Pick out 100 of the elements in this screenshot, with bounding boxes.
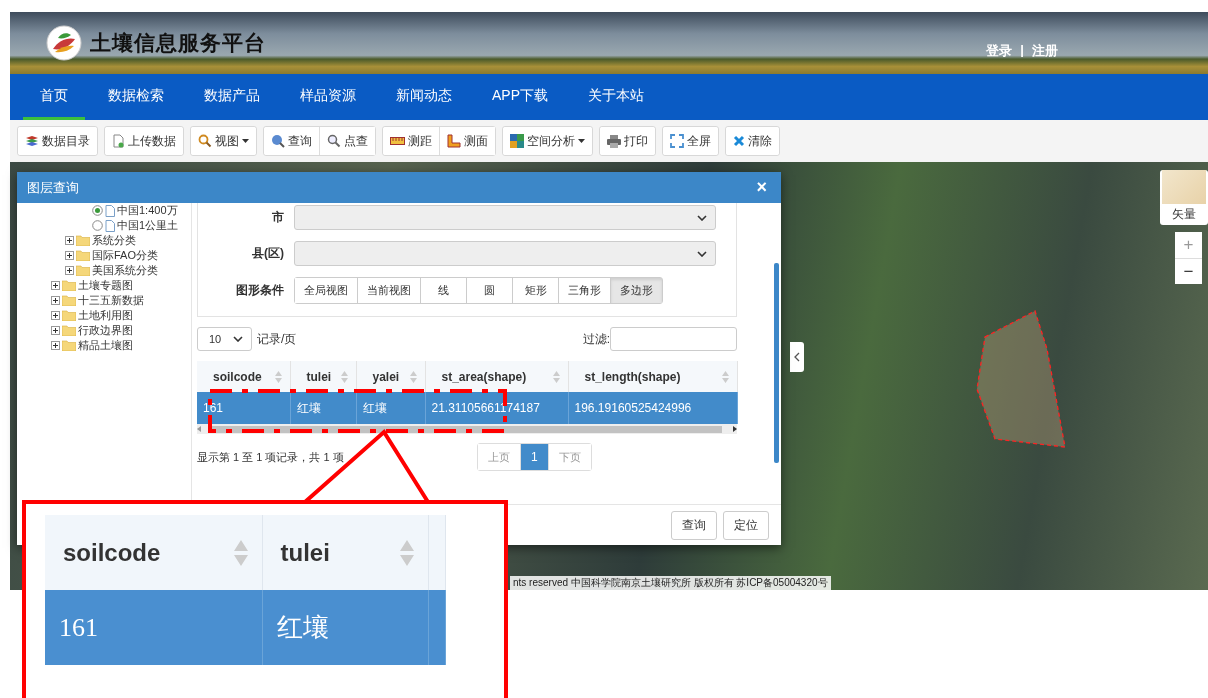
table-cell: 161 <box>197 392 290 424</box>
table-cell: 21.31105661174187 <box>425 392 568 424</box>
area-ruler-icon <box>447 134 461 148</box>
zoom-out-button[interactable]: − <box>1175 258 1202 284</box>
toolbar-button[interactable]: 视图 <box>191 127 256 155</box>
chevron-down-icon <box>233 336 243 342</box>
attribution-text: nts reserved 中国科学院南京土壤研究所 版权所有 苏ICP备05004320号 <box>510 576 831 590</box>
file-add-icon <box>112 134 125 148</box>
file-icon <box>105 219 115 232</box>
field-label: 市 <box>271 209 285 226</box>
sort-icon <box>552 370 560 383</box>
dialog-button[interactable]: 查询 <box>671 510 717 540</box>
file-icon <box>105 204 115 217</box>
folder-icon <box>62 325 76 336</box>
dialog-title: 图层查询 <box>27 178 80 197</box>
nav-item[interactable]: 数据检索 <box>91 74 181 120</box>
column-header: tulei <box>262 515 428 590</box>
toolbar-button[interactable]: 清除 <box>726 127 779 155</box>
chevron-left-icon <box>794 352 800 362</box>
site-title: 土壤信息服务平台 <box>90 30 266 56</box>
toolbar-button[interactable]: 测面 <box>439 127 495 155</box>
filter-field[interactable] <box>610 327 737 351</box>
page-button[interactable]: 1 <box>520 444 548 470</box>
page-size-label: 记录/页 <box>257 330 297 348</box>
folder-icon <box>62 295 76 306</box>
nav-item[interactable]: 数据产品 <box>187 74 277 120</box>
expand-icon[interactable] <box>51 311 60 320</box>
column-header: soilcode <box>45 515 262 590</box>
nav-item[interactable]: 样品资源 <box>283 74 373 120</box>
table-cell: 196.19160525424996 <box>568 392 737 424</box>
column-header[interactable]: tulei <box>290 361 356 392</box>
dialog-button[interactable]: 定位 <box>723 510 769 540</box>
filter-label: 过滤: <box>582 330 610 348</box>
logo-icon <box>46 25 82 61</box>
basemap-button[interactable]: 矢量 <box>1160 170 1208 225</box>
shape-option[interactable]: 多边形 <box>610 278 662 303</box>
folder-icon <box>62 280 76 291</box>
collapse-handle[interactable] <box>790 342 804 372</box>
caret-icon <box>242 139 249 143</box>
expand-icon[interactable] <box>51 326 60 335</box>
folder-icon <box>62 310 76 321</box>
tree-item[interactable]: 十三五新数据 <box>78 293 144 308</box>
expand-icon[interactable] <box>51 281 60 290</box>
tree-item[interactable]: 土地利用图 <box>78 308 133 323</box>
toolbar-button[interactable]: 数据目录 <box>18 127 97 155</box>
record-summary: 显示第 1 至 1 项记录，共 1 项 <box>197 449 345 465</box>
page-size-select[interactable]: 10 <box>197 327 252 351</box>
column-header[interactable]: st_length(shape) <box>568 361 737 392</box>
tree-item[interactable]: 系统分类 <box>92 233 136 248</box>
folder-icon <box>76 250 90 261</box>
sort-icon <box>721 370 729 383</box>
nav-item[interactable]: 新闻动态 <box>379 74 469 120</box>
table-cell: 红壤 <box>262 590 428 665</box>
toolbar-button[interactable]: 空间分析 <box>503 127 592 155</box>
nav-item[interactable]: 关于本站 <box>571 74 661 120</box>
tree-item[interactable]: 中国1:400万 <box>117 203 178 218</box>
tree-item[interactable]: 美国系统分类 <box>92 263 158 278</box>
folder-icon <box>76 265 90 276</box>
expand-icon[interactable] <box>65 236 74 245</box>
printer-icon <box>607 134 621 148</box>
globe-search-icon <box>271 134 285 148</box>
nav-item[interactable]: APP下载 <box>475 74 565 120</box>
sort-icon <box>274 370 282 383</box>
tree-item[interactable]: 国际FAO分类 <box>92 248 158 263</box>
tree-item[interactable]: 行政边界图 <box>78 323 133 338</box>
chevron-down-icon <box>697 214 707 221</box>
sort-icon <box>340 370 348 383</box>
expand-icon[interactable] <box>65 251 74 260</box>
clear-icon <box>733 135 745 147</box>
sort-icon <box>399 539 414 566</box>
radio-button[interactable] <box>92 205 103 216</box>
horizontal-scrollbar[interactable] <box>197 424 737 434</box>
separator: | <box>1020 42 1024 59</box>
caret-icon <box>578 139 585 143</box>
sort-icon <box>233 539 248 566</box>
search-icon <box>198 134 212 148</box>
toolbar-button[interactable]: 点查 <box>319 127 375 155</box>
close-button[interactable]: × <box>752 177 771 198</box>
column-header[interactable]: soilcode <box>197 361 290 392</box>
toolbar-button[interactable]: 打印 <box>600 127 655 155</box>
chevron-down-icon <box>697 250 707 257</box>
folder-icon <box>76 235 90 246</box>
column-header[interactable]: st_area(shape) <box>425 361 568 392</box>
expand-icon[interactable] <box>51 296 60 305</box>
expand-icon[interactable] <box>65 266 74 275</box>
tree-item[interactable]: 土壤专题图 <box>78 278 133 293</box>
toolbar-button[interactable]: 全屏 <box>663 127 718 155</box>
fullscreen-icon <box>670 134 684 148</box>
table-row[interactable]: 161 红壤 红壤 21.31105661174187 196.19160525424996 <box>197 392 737 424</box>
sort-icon <box>409 370 417 383</box>
table-cell: 红壤 <box>290 392 356 424</box>
grid-icon <box>510 134 524 148</box>
tree-item[interactable]: 精品土壤图 <box>78 338 133 353</box>
vertical-scrollbar[interactable] <box>774 263 779 463</box>
toolbar-button[interactable]: 上传数据 <box>105 127 183 155</box>
scroll-right-icon[interactable] <box>733 426 737 432</box>
radio-button[interactable] <box>92 220 103 231</box>
expand-icon[interactable] <box>51 341 60 350</box>
layers-icon <box>25 134 39 148</box>
tree-item[interactable]: 中国1公里土 <box>117 218 179 233</box>
